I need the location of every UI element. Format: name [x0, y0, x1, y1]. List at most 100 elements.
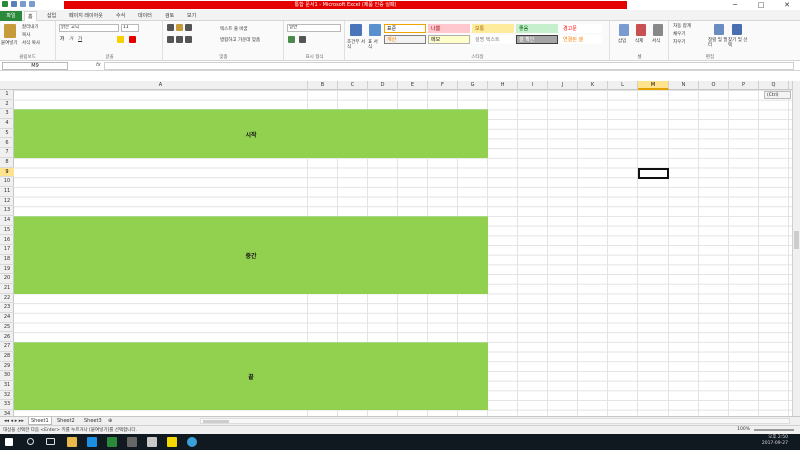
sheet-tab-1[interactable]: Sheet1	[28, 417, 52, 425]
sheet-nav-icon[interactable]: ◂◂ ◂ ▸ ▸▸	[2, 417, 26, 425]
font-name-select[interactable]: 맑은 고딕	[59, 24, 119, 32]
column-header-o[interactable]: O	[699, 81, 729, 90]
row-header-18[interactable]: 18	[0, 255, 14, 265]
tab-view[interactable]: 보기	[184, 11, 199, 21]
align-top-icon[interactable]	[167, 24, 174, 31]
format-cells-icon[interactable]	[653, 24, 663, 36]
column-header-h[interactable]: H	[488, 81, 518, 90]
column-header-j[interactable]: J	[548, 81, 578, 90]
row-header-8[interactable]: 8	[0, 158, 14, 168]
row-header-30[interactable]: 30	[0, 371, 14, 381]
name-box[interactable]: M9	[2, 62, 68, 70]
align-bottom-icon[interactable]	[185, 24, 192, 31]
column-header-c[interactable]: C	[338, 81, 368, 90]
underline-button[interactable]: 가	[78, 36, 82, 42]
vertical-scrollbar[interactable]	[792, 81, 800, 416]
format-table-icon[interactable]	[369, 24, 381, 36]
cell-style-3[interactable]: 보통	[472, 24, 514, 33]
column-header-a[interactable]: A	[14, 81, 308, 90]
font-color-icon[interactable]	[129, 36, 136, 43]
app-icon-3[interactable]	[187, 437, 197, 447]
merge-center-button[interactable]: 병합하고 가운데 맞춤	[220, 37, 260, 43]
save-icon[interactable]	[11, 1, 17, 7]
insert-cells-icon[interactable]	[619, 24, 629, 36]
find-select-button[interactable]: 찾기 및 선택	[728, 38, 748, 48]
row-header-3[interactable]: 3	[0, 109, 14, 120]
tab-review[interactable]: 검토	[162, 11, 177, 21]
italic-button[interactable]: 가	[69, 36, 73, 42]
row-header-17[interactable]: 17	[0, 245, 14, 255]
row-header-31[interactable]: 31	[0, 381, 14, 391]
row-header-28[interactable]: 28	[0, 352, 14, 362]
fill-button[interactable]: 채우기	[673, 31, 685, 37]
row-header-27[interactable]: 27	[0, 342, 14, 352]
tab-data[interactable]: 데이터	[135, 11, 155, 21]
paste-button[interactable]: 붙여넣기	[1, 40, 18, 46]
paste-options-button[interactable]: (Ctrl)	[764, 91, 791, 99]
row-header-9[interactable]: 9	[0, 167, 14, 178]
zoom-level[interactable]: 100%	[737, 427, 750, 432]
find-select-icon[interactable]	[732, 24, 742, 35]
start-icon[interactable]	[5, 438, 13, 446]
row-header-2[interactable]: 2	[0, 100, 14, 110]
cell-style-10[interactable]: 연결된 셀	[560, 35, 602, 44]
row-header-5[interactable]: 5	[0, 129, 14, 139]
column-header-m[interactable]: M	[638, 81, 669, 90]
row-header-25[interactable]: 25	[0, 323, 14, 333]
app-icon[interactable]	[127, 437, 137, 447]
row-header-13[interactable]: 13	[0, 206, 14, 217]
file-explorer-icon[interactable]	[67, 437, 77, 447]
row-header-16[interactable]: 16	[0, 236, 14, 246]
tab-home[interactable]: 홈	[24, 11, 37, 21]
zoom-slider[interactable]	[754, 429, 794, 431]
cell-style-9[interactable]: 셀 확인	[516, 35, 558, 44]
column-header-d[interactable]: D	[368, 81, 398, 90]
merged-block-1[interactable]: 시작	[14, 109, 488, 158]
percent-icon[interactable]	[299, 36, 306, 43]
row-header-14[interactable]: 14	[0, 216, 14, 226]
ie-icon[interactable]	[87, 437, 97, 447]
align-right-icon[interactable]	[185, 36, 192, 43]
active-cell[interactable]	[638, 167, 669, 180]
currency-icon[interactable]	[288, 36, 295, 43]
sort-filter-button[interactable]: 정렬 및 필터	[708, 38, 728, 48]
worksheet[interactable]: ABCDEFGHIJKLMNOPQ 1 2 3 4 5 6 7 8 9 10 11 12 13 14 15 1…	[0, 81, 800, 416]
row-header-12[interactable]: 12	[0, 197, 14, 207]
merged-block-2[interactable]: 중간	[14, 216, 488, 294]
fx-icon[interactable]: fx	[96, 62, 101, 68]
sheet-tab-3[interactable]: Sheet3	[82, 417, 104, 425]
row-header-1[interactable]: 1	[0, 90, 14, 100]
column-header-g[interactable]: G	[458, 81, 488, 90]
row-header-15[interactable]: 15	[0, 226, 14, 236]
close-button[interactable]: ✕	[774, 0, 800, 10]
align-center-icon[interactable]	[176, 36, 183, 43]
cut-button[interactable]: 잘라내기	[22, 24, 39, 30]
row-header-33[interactable]: 33	[0, 400, 14, 411]
clock[interactable]: 오후 2:50 2017-09-27	[762, 435, 788, 447]
row-header-19[interactable]: 19	[0, 265, 14, 275]
column-header-l[interactable]: L	[608, 81, 638, 90]
cell-style-4[interactable]: 좋음	[516, 24, 558, 33]
format-painter-button[interactable]: 서식 복사	[22, 40, 40, 46]
app-icon-2[interactable]	[147, 437, 157, 447]
row-header-20[interactable]: 20	[0, 274, 14, 284]
bold-button[interactable]: 가	[60, 36, 64, 42]
vertical-scroll-thumb[interactable]	[794, 231, 799, 249]
sort-filter-icon[interactable]	[714, 24, 724, 35]
column-header-n[interactable]: N	[669, 81, 699, 90]
minimize-button[interactable]: ─	[722, 0, 748, 10]
cell-style-5[interactable]: 경고문	[560, 24, 602, 33]
number-format-select[interactable]: 일반	[287, 24, 341, 32]
format-table-button[interactable]: 표 서식	[368, 40, 380, 50]
row-header-6[interactable]: 6	[0, 139, 14, 149]
delete-cells-button[interactable]: 삭제	[635, 38, 643, 44]
align-middle-icon[interactable]	[176, 24, 183, 31]
formula-input[interactable]	[104, 62, 794, 70]
row-header-11[interactable]: 11	[0, 187, 14, 197]
search-icon[interactable]	[27, 438, 34, 445]
fill-color-icon[interactable]	[117, 36, 124, 43]
tab-insert[interactable]: 삽입	[44, 11, 59, 21]
redo-icon[interactable]	[29, 1, 35, 7]
cell-style-2[interactable]: 나쁨	[428, 24, 470, 33]
column-header-f[interactable]: F	[428, 81, 458, 90]
